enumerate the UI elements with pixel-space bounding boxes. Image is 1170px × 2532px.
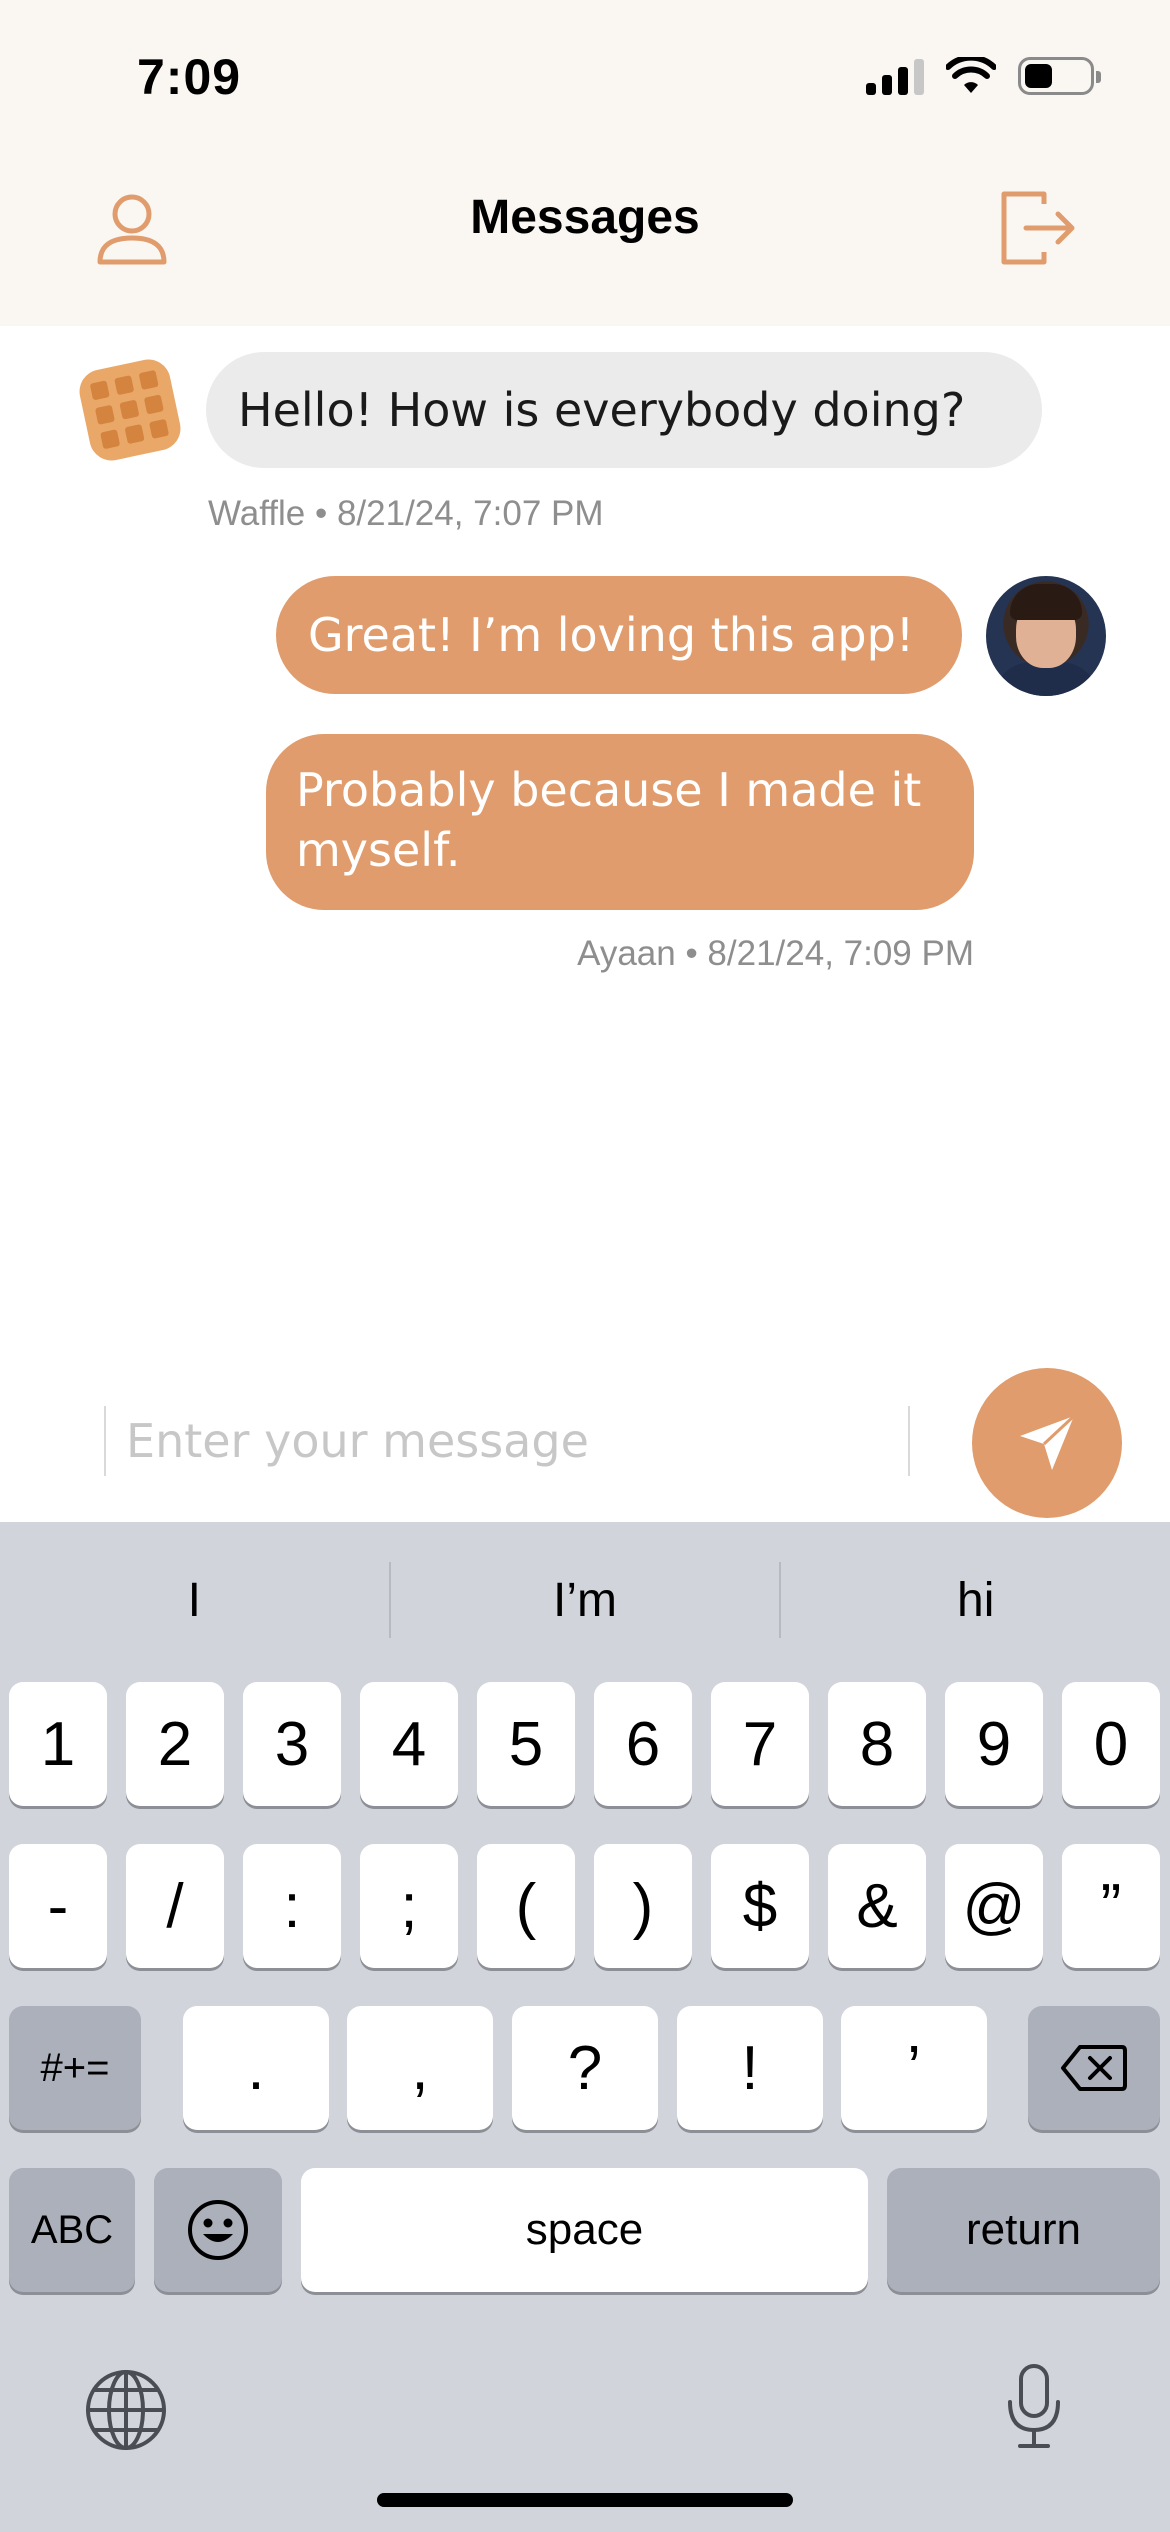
key-7[interactable]: 7 <box>711 1682 809 1806</box>
user-avatar <box>986 576 1106 696</box>
page-title: Messages <box>470 191 700 244</box>
key-period[interactable]: . <box>183 2006 329 2130</box>
send-icon <box>1020 1414 1076 1470</box>
key-question[interactable]: ? <box>512 2006 658 2130</box>
key-0[interactable]: 0 <box>1062 1682 1160 1806</box>
key-emoji[interactable] <box>154 2168 282 2292</box>
emoji-icon <box>188 2200 248 2260</box>
key-slash[interactable]: / <box>126 1844 224 1968</box>
key-quote[interactable]: ” <box>1062 1844 1160 1968</box>
key-comma[interactable]: , <box>347 2006 493 2130</box>
message-composer <box>104 1406 910 1476</box>
key-9[interactable]: 9 <box>945 1682 1043 1806</box>
suggestion-item[interactable]: I’m <box>391 1522 780 1678</box>
home-indicator[interactable] <box>377 2493 793 2507</box>
key-space[interactable]: space <box>301 2168 868 2292</box>
key-8[interactable]: 8 <box>828 1682 926 1806</box>
message-meta-outgoing: Ayaan • 8/21/24, 7:09 PM <box>577 934 974 973</box>
key-ampersand[interactable]: & <box>828 1844 926 1968</box>
wifi-icon <box>946 57 996 93</box>
key-colon[interactable]: : <box>243 1844 341 1968</box>
key-dollar[interactable]: $ <box>711 1844 809 1968</box>
globe-icon[interactable] <box>84 2368 168 2452</box>
key-2[interactable]: 2 <box>126 1682 224 1806</box>
waffle-avatar <box>79 359 181 461</box>
key-symbols[interactable]: #+= <box>9 2006 141 2130</box>
key-exclamation[interactable]: ! <box>677 2006 823 2130</box>
message-bubble-incoming: Hello! How is everybody doing? <box>206 352 1042 468</box>
cellular-signal-icon <box>866 57 924 95</box>
top-bar: 7:09 Messages <box>0 0 1170 326</box>
status-icons <box>866 56 1101 96</box>
message-input[interactable] <box>106 1406 908 1476</box>
send-button[interactable] <box>972 1368 1122 1518</box>
message-bubble-outgoing: Probably because I made it myself. <box>266 734 974 910</box>
backspace-icon <box>1061 2045 1127 2091</box>
key-semicolon[interactable]: ; <box>360 1844 458 1968</box>
key-at[interactable]: @ <box>945 1844 1043 1968</box>
message-bubble-outgoing: Great! I’m loving this app! <box>276 576 962 694</box>
logout-icon[interactable] <box>996 186 1080 270</box>
key-abc[interactable]: ABC <box>9 2168 135 2292</box>
key-apostrophe[interactable]: ’ <box>841 2006 987 2130</box>
microphone-icon[interactable] <box>1004 2362 1064 2452</box>
key-5[interactable]: 5 <box>477 1682 575 1806</box>
key-6[interactable]: 6 <box>594 1682 692 1806</box>
key-1[interactable]: 1 <box>9 1682 107 1806</box>
chat-screen: 7:09 Messages Hello! How is everybody do… <box>0 0 1170 2532</box>
suggestion-bar: I I’m hi <box>0 1522 1170 1678</box>
key-hyphen[interactable]: - <box>9 1844 107 1968</box>
key-4[interactable]: 4 <box>360 1682 458 1806</box>
status-time: 7:09 <box>137 49 242 105</box>
key-close-paren[interactable]: ) <box>594 1844 692 1968</box>
key-delete[interactable] <box>1028 2006 1160 2130</box>
message-meta-incoming: Waffle • 8/21/24, 7:07 PM <box>208 494 604 533</box>
suggestion-item[interactable]: I <box>0 1522 389 1678</box>
battery-icon <box>1018 57 1101 95</box>
key-open-paren[interactable]: ( <box>477 1844 575 1968</box>
suggestion-item[interactable]: hi <box>781 1522 1170 1678</box>
key-3[interactable]: 3 <box>243 1682 341 1806</box>
key-return[interactable]: return <box>887 2168 1160 2292</box>
keyboard: I I’m hi 1 2 3 4 5 6 7 8 9 0 - / : ; ( )… <box>0 1522 1170 2532</box>
